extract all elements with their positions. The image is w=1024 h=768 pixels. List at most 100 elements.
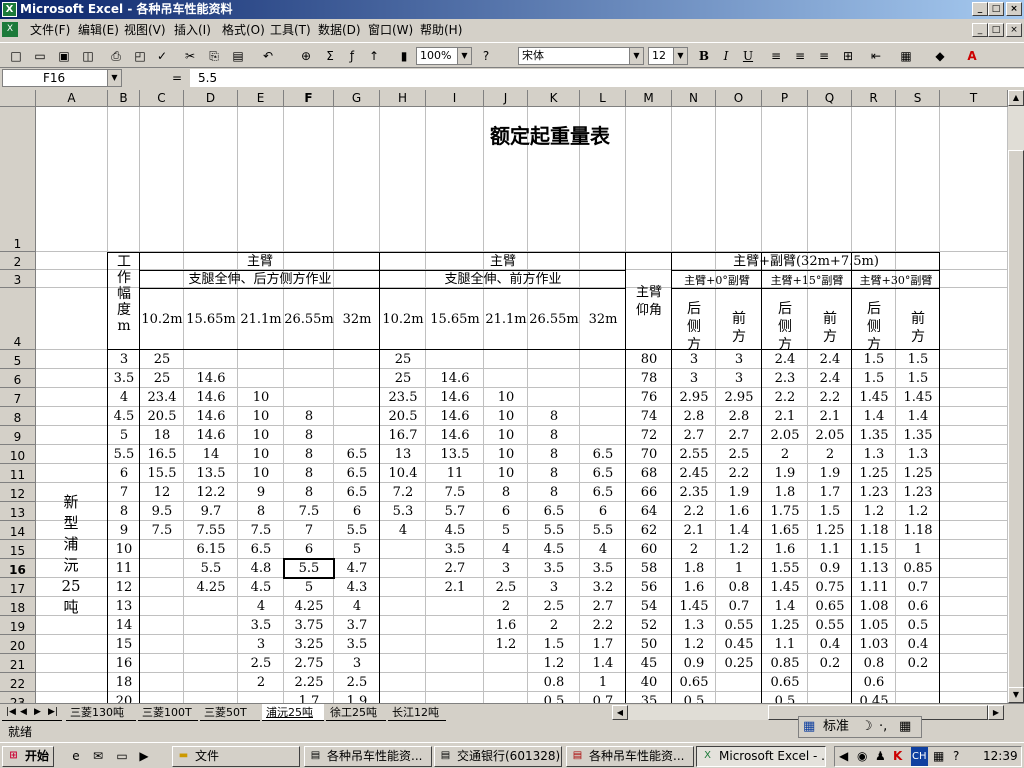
merge-center-icon[interactable]: ⊞ <box>838 46 858 66</box>
row-header[interactable]: 17 <box>0 578 36 597</box>
data-cell[interactable] <box>238 369 284 388</box>
data-cell[interactable]: 14.6 <box>426 388 484 407</box>
active-cell[interactable] <box>283 558 335 579</box>
data-cell[interactable]: 1.08 <box>852 597 896 616</box>
function-icon[interactable]: ƒ <box>342 46 362 66</box>
data-cell[interactable]: 12 <box>108 578 140 597</box>
data-cell[interactable] <box>184 635 238 654</box>
data-cell[interactable] <box>140 692 184 703</box>
column-header[interactable]: C <box>140 90 184 107</box>
menu-item[interactable]: 帮助(H) <box>418 19 464 41</box>
data-cell[interactable]: 2.5 <box>238 654 284 673</box>
chart-wizard-icon[interactable]: ▮ <box>394 46 414 66</box>
data-cell[interactable]: 1.25 <box>808 521 852 540</box>
data-cell[interactable] <box>484 350 528 369</box>
column-header[interactable]: B <box>108 90 140 107</box>
data-cell[interactable]: 2.5 <box>528 597 580 616</box>
data-cell[interactable]: 1.45 <box>852 388 896 407</box>
data-cell[interactable]: 9 <box>108 521 140 540</box>
data-cell[interactable]: 1.75 <box>762 502 808 521</box>
name-box[interactable]: F16 ▼ <box>2 69 122 87</box>
row-header[interactable]: 13 <box>0 502 36 521</box>
data-cell[interactable] <box>580 426 626 445</box>
align-right-icon[interactable]: ≡ <box>814 46 834 66</box>
data-cell[interactable]: 25 <box>380 369 426 388</box>
data-cell[interactable]: 3 <box>108 350 140 369</box>
data-cell[interactable]: 1.23 <box>896 483 940 502</box>
data-cell[interactable]: 5.5 <box>184 559 238 578</box>
data-cell[interactable]: 1.18 <box>896 521 940 540</box>
row-header[interactable]: 22 <box>0 673 36 692</box>
column-header[interactable]: M <box>626 90 672 107</box>
underline-button[interactable]: U <box>738 46 758 66</box>
data-cell[interactable]: 8 <box>284 445 334 464</box>
data-cell[interactable]: 58 <box>626 559 672 578</box>
data-cell[interactable]: 1.23 <box>852 483 896 502</box>
data-cell[interactable]: 2.05 <box>762 426 808 445</box>
taskbar-item-doc1[interactable]: ▤ 各种吊车性能资... <box>304 746 432 767</box>
data-cell[interactable]: 2.95 <box>716 388 762 407</box>
data-cell[interactable]: 2.35 <box>672 483 716 502</box>
data-cell[interactable] <box>580 350 626 369</box>
data-cell[interactable]: 1.3 <box>672 616 716 635</box>
data-cell[interactable]: 1 <box>716 559 762 578</box>
data-cell[interactable]: 20 <box>108 692 140 703</box>
doc-restore-icon[interactable]: □ <box>988 23 1004 37</box>
data-cell[interactable]: 14.6 <box>184 369 238 388</box>
media-player-icon[interactable]: ▶ <box>134 746 154 766</box>
data-cell[interactable]: 25 <box>140 369 184 388</box>
column-header[interactable]: S <box>896 90 940 107</box>
data-cell[interactable]: 1.3 <box>852 445 896 464</box>
borders-icon[interactable]: ▦ <box>896 46 916 66</box>
data-cell[interactable]: 6 <box>484 502 528 521</box>
data-cell[interactable]: 0.8 <box>716 578 762 597</box>
data-cell[interactable]: 6.5 <box>580 483 626 502</box>
data-cell[interactable]: 2 <box>808 445 852 464</box>
data-cell[interactable]: 8 <box>528 426 580 445</box>
column-header[interactable]: Q <box>808 90 852 107</box>
data-cell[interactable]: 7.5 <box>238 521 284 540</box>
data-cell[interactable]: 1.25 <box>762 616 808 635</box>
data-cell[interactable]: 3.75 <box>284 616 334 635</box>
data-cell[interactable]: 72 <box>626 426 672 445</box>
row-header[interactable]: 12 <box>0 483 36 502</box>
data-cell[interactable]: 4.25 <box>184 578 238 597</box>
outlook-icon[interactable]: ✉ <box>88 746 108 766</box>
data-cell[interactable]: 8 <box>528 464 580 483</box>
data-cell[interactable]: 4.25 <box>284 597 334 616</box>
row-header[interactable]: 6 <box>0 369 36 388</box>
data-cell[interactable]: 5 <box>284 578 334 597</box>
data-cell[interactable]: 1.4 <box>762 597 808 616</box>
data-cell[interactable]: 2 <box>762 445 808 464</box>
data-cell[interactable]: 76 <box>626 388 672 407</box>
sort-ascending-icon[interactable]: ↑ <box>364 46 384 66</box>
data-cell[interactable]: 1.7 <box>580 635 626 654</box>
data-cell[interactable]: 9.5 <box>140 502 184 521</box>
data-cell[interactable] <box>140 654 184 673</box>
data-cell[interactable]: 7.2 <box>380 483 426 502</box>
zoom-select[interactable]: 100% ▼ <box>416 47 472 65</box>
font-select[interactable]: 宋体 ▼ <box>518 47 644 65</box>
data-cell[interactable] <box>484 654 528 673</box>
data-cell[interactable]: 15 <box>108 635 140 654</box>
data-cell[interactable]: 1.4 <box>716 521 762 540</box>
data-cell[interactable] <box>808 692 852 703</box>
data-cell[interactable]: 13.5 <box>426 445 484 464</box>
data-cell[interactable]: 2.2 <box>580 616 626 635</box>
data-cell[interactable]: 1.9 <box>808 464 852 483</box>
desktop-icon[interactable]: ▭ <box>112 746 132 766</box>
volume-icon[interactable]: ◀ <box>839 747 848 766</box>
sheet-tab[interactable]: 徐工25吨 <box>326 704 386 721</box>
data-cell[interactable]: 0.85 <box>896 559 940 578</box>
data-cell[interactable]: 18 <box>108 673 140 692</box>
data-cell[interactable]: 25 <box>140 350 184 369</box>
data-cell[interactable]: 0.5 <box>896 616 940 635</box>
data-cell[interactable]: 6 <box>108 464 140 483</box>
data-cell[interactable] <box>238 692 284 703</box>
data-cell[interactable]: 3.5 <box>426 540 484 559</box>
save-icon[interactable]: ▣ <box>54 46 74 66</box>
menu-item[interactable]: 文件(F) <box>28 19 72 41</box>
data-cell[interactable]: 5.3 <box>380 502 426 521</box>
font-color-icon[interactable]: A <box>962 46 982 66</box>
data-cell[interactable]: 0.45 <box>852 692 896 703</box>
